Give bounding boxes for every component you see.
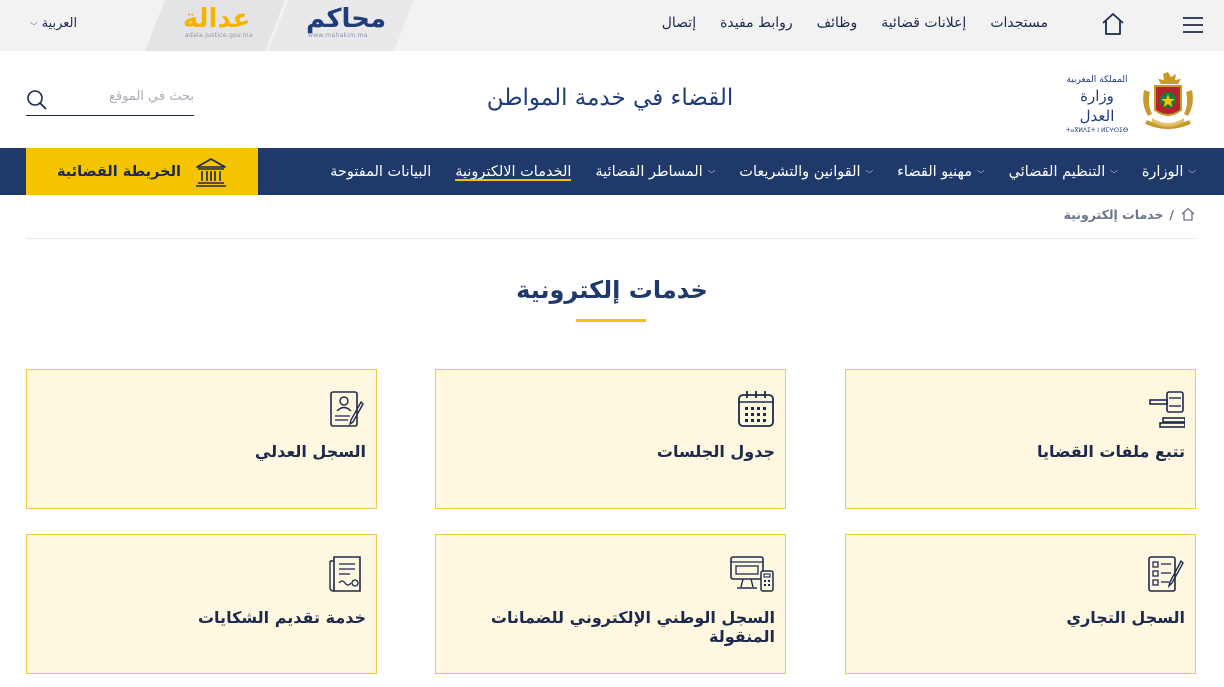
- adala-logo-link[interactable]: عدالة adala.justice.gov.ma: [145, 0, 285, 51]
- complaint-document-icon: [329, 556, 361, 592]
- site-slogan: القضاء في خدمة المواطن: [486, 85, 734, 111]
- nav-item-label: التنظيم القضائي: [1008, 163, 1106, 180]
- title-underline: [576, 319, 646, 322]
- service-label: جدول الجلسات: [656, 442, 775, 461]
- computer-register-icon: [730, 556, 774, 592]
- nav-item-label: الوزارة: [1141, 163, 1184, 180]
- nav-item-laws-legislation[interactable]: القوانين والتشريعات ⌵: [739, 148, 873, 195]
- service-card-hearings-schedule[interactable]: جدول الجلسات: [435, 369, 786, 509]
- chevron-down-icon: ⌵: [30, 19, 38, 28]
- certificate-icon: [330, 391, 364, 427]
- judicial-map-label: الخريطة القضائية: [56, 163, 182, 180]
- service-card-commercial-register[interactable]: السجل التجاري: [845, 534, 1196, 674]
- service-card-complaints[interactable]: خدمة تقديم الشكايات: [26, 534, 377, 674]
- ministry-name: وزارة العدل: [1079, 87, 1115, 125]
- ministry-logo-text: المملكة المغربية وزارة العدل ⵜⴰⴳⵍⴷⵉⵜ ⵏ ⵍ…: [1064, 74, 1130, 135]
- adala-logo-text: عدالة: [183, 4, 251, 34]
- language-selector[interactable]: ⌵ العربية: [30, 16, 77, 31]
- nav-item-label: المساطر القضائية: [595, 163, 703, 180]
- courthouse-icon: [196, 157, 227, 187]
- chevron-down-icon: ⌵: [707, 167, 716, 176]
- ministry-name-tifinagh: ⵜⴰⴳⵍⴷⵉⵜ ⵏ ⵍⵎⵖⵔⵉⴱ: [1065, 127, 1129, 134]
- top-link-jobs[interactable]: وظائف: [817, 15, 858, 31]
- home-icon[interactable]: [1100, 11, 1126, 37]
- chevron-down-icon: ⌵: [977, 167, 985, 176]
- chevron-down-icon: ⌵: [1188, 167, 1196, 176]
- gavel-icon: [1149, 391, 1185, 428]
- checklist-icon: [1148, 556, 1184, 592]
- service-label: خدمة تقديم الشكايات: [197, 608, 366, 627]
- mahakim-logo-text: محاكم: [306, 4, 387, 34]
- breadcrumb-current: خدمات إلكترونية: [1063, 206, 1164, 222]
- breadcrumb-divider: [26, 238, 1196, 239]
- service-label: تتبع ملفات القضايا: [1037, 442, 1185, 461]
- site-search: [26, 81, 194, 116]
- nav-item-judicial-organization[interactable]: التنظيم القضائي ⌵: [1009, 148, 1118, 195]
- calendar-icon: [738, 391, 774, 427]
- top-utility-bar: ⌵ العربية عدالة adala.justice.gov.ma محا…: [0, 0, 1224, 51]
- service-card-case-tracking[interactable]: تتبع ملفات القضايا: [845, 369, 1196, 509]
- home-icon[interactable]: [1180, 206, 1196, 222]
- service-label: السجل العدلي: [254, 442, 366, 461]
- coat-of-arms-icon: [1143, 72, 1193, 129]
- nav-item-ministry[interactable]: الوزارة ⌵: [1142, 148, 1196, 195]
- search-input[interactable]: [54, 81, 194, 111]
- top-link-contact[interactable]: إتصال: [662, 15, 696, 31]
- site-header: القضاء في خدمة المواطن المملكة المغربية …: [0, 51, 1224, 148]
- page-title: خدمات إلكترونية: [516, 276, 708, 304]
- mahakim-logo-link[interactable]: محاكم www.mahakim.ma: [268, 0, 414, 51]
- nav-item-justice-professionals[interactable]: مهنيو القضاء ⌵: [897, 148, 985, 195]
- top-link-news[interactable]: مستجدات: [990, 15, 1048, 31]
- ministry-logo[interactable]: المملكة المغربية وزارة العدل ⵜⴰⴳⵍⴷⵉⵜ ⵏ ⵍ…: [1064, 70, 1198, 134]
- nav-item-open-data[interactable]: البيانات المفتوحة: [330, 148, 431, 195]
- breadcrumb: / خدمات إلكترونية: [1064, 206, 1196, 222]
- nav-item-label: القوانين والتشريعات: [739, 163, 861, 180]
- breadcrumb-separator: /: [1169, 206, 1174, 222]
- language-label: العربية: [41, 16, 78, 31]
- nav-item-e-services[interactable]: الخدمات الالكترونية: [455, 148, 572, 195]
- menu-icon[interactable]: [1182, 14, 1204, 36]
- ministry-kingdom-name: المملكة المغربية: [1066, 75, 1128, 85]
- top-links: مستجدات إعلانات قضائية وظائف روابط مفيدة…: [662, 15, 1048, 31]
- service-card-movable-guarantees-register[interactable]: السجل الوطني الإلكتروني للضمانات المنقول…: [435, 534, 786, 674]
- service-label: السجل الوطني الإلكتروني للضمانات المنقول…: [490, 608, 775, 646]
- nav-item-label: الخدمات الالكترونية: [455, 163, 572, 180]
- top-link-useful-links[interactable]: روابط مفيدة: [720, 15, 793, 31]
- chevron-down-icon: ⌵: [1110, 167, 1118, 176]
- service-label: السجل التجاري: [1066, 608, 1185, 627]
- nav-item-label: البيانات المفتوحة: [330, 163, 432, 180]
- search-icon[interactable]: [26, 89, 48, 111]
- adala-logo-url: adala.justice.gov.ma: [185, 32, 253, 39]
- chevron-down-icon: ⌵: [865, 167, 874, 176]
- nav-item-judicial-procedures[interactable]: المساطر القضائية ⌵: [595, 148, 715, 195]
- service-card-criminal-record[interactable]: السجل العدلي: [26, 369, 377, 509]
- mahakim-logo-url: www.mahakim.ma: [308, 32, 368, 39]
- judicial-map-button[interactable]: الخريطة القضائية: [26, 148, 258, 195]
- top-link-judicial-ads[interactable]: إعلانات قضائية: [881, 15, 966, 31]
- nav-item-label: مهنيو القضاء: [897, 163, 973, 180]
